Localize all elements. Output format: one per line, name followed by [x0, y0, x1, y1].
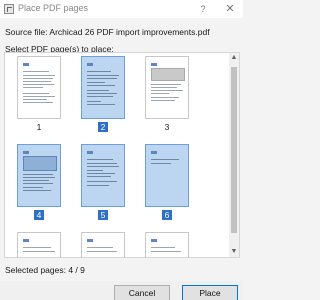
page-preview[interactable]	[145, 232, 189, 257]
selected-pages-status: Selected pages: 4 / 9	[5, 265, 85, 275]
app-icon	[4, 4, 14, 14]
pdf-logo-icon	[87, 239, 93, 242]
window-title: Place PDF pages	[18, 3, 89, 13]
pdf-logo-icon	[151, 63, 157, 66]
page-preview[interactable]	[81, 144, 125, 207]
title-bar: Place PDF pages ? ✕	[0, 0, 243, 18]
page-preview[interactable]	[81, 232, 125, 257]
pdf-logo-icon	[23, 151, 29, 154]
source-file-label: Source file: Archicad 26 PDF import impr…	[5, 27, 210, 37]
page-number-4: 4	[34, 210, 44, 220]
page-preview[interactable]	[145, 144, 189, 207]
page-number-5: 5	[98, 210, 108, 220]
page-number-1: 1	[36, 122, 42, 132]
page-preview[interactable]	[145, 56, 189, 119]
page-preview[interactable]	[17, 232, 61, 257]
page-number-2: 2	[98, 122, 108, 132]
vertical-scrollbar[interactable]: ▲ ▼	[229, 53, 239, 257]
pdf-logo-icon	[87, 63, 93, 66]
page-preview[interactable]	[17, 56, 61, 119]
scroll-up-icon[interactable]: ▲	[229, 53, 239, 63]
close-button[interactable]: ✕	[222, 2, 238, 16]
page-preview[interactable]	[17, 144, 61, 207]
page-thumbnail-grid[interactable]: 1 2 3 4 5 6	[4, 52, 240, 258]
help-button[interactable]: ?	[196, 2, 210, 16]
page-number-6: 6	[162, 210, 172, 220]
pdf-logo-icon	[87, 151, 93, 154]
pdf-logo-icon	[151, 151, 157, 154]
page-number-3: 3	[164, 122, 170, 132]
cancel-button[interactable]: Cancel	[114, 285, 170, 300]
pdf-logo-icon	[23, 239, 29, 242]
page-preview[interactable]	[81, 56, 125, 119]
place-button[interactable]: Place	[182, 285, 238, 300]
pdf-logo-icon	[151, 239, 157, 242]
pdf-logo-icon	[23, 63, 29, 66]
scroll-down-icon[interactable]: ▼	[229, 247, 239, 257]
scrollbar-thumb[interactable]	[231, 67, 237, 233]
